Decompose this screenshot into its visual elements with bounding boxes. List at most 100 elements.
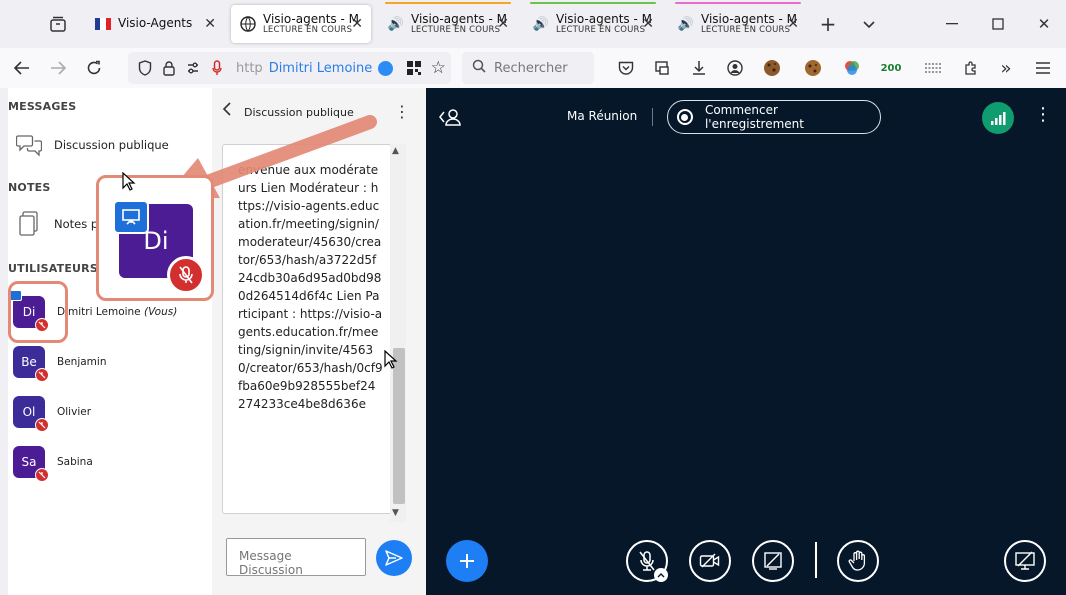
pocket-icon[interactable] (614, 56, 638, 80)
microphone-red-icon[interactable] (206, 57, 228, 79)
tab-visio-agents[interactable]: Visio-Agents ✕ (86, 5, 224, 43)
presentation-button[interactable] (1004, 540, 1046, 582)
chat-message-list[interactable]: envenue aux modérateurs Lien Modérateur … (222, 144, 392, 514)
back-arrow-icon[interactable] (8, 54, 36, 82)
chat-title: Discussion publique (244, 106, 354, 119)
color-extension-icon[interactable] (840, 56, 864, 80)
permissions-icon[interactable] (182, 57, 204, 79)
tab-playing-label: LECTURE EN COURS (263, 24, 353, 35)
tab-title: Visio-agents - M (411, 12, 507, 26)
download-icon[interactable] (687, 56, 711, 80)
forward-arrow-icon[interactable] (44, 54, 72, 82)
screenshot-icon[interactable] (650, 56, 674, 80)
avatar: Ol (13, 396, 49, 432)
tab-close-icon[interactable]: ✕ (351, 16, 363, 32)
chevron-left-icon[interactable] (222, 102, 232, 120)
more-options-icon[interactable]: ⋮ (1034, 104, 1052, 125)
chevron-down-icon[interactable] (851, 6, 887, 42)
muted-mic-icon (35, 418, 49, 432)
tab-close-icon[interactable]: ✕ (787, 16, 799, 32)
url-identity-text: Dimitri Lemoine (268, 60, 373, 76)
search-box[interactable]: Rechercher (462, 52, 594, 84)
tab-meeting-4[interactable]: 🔊 Visio-agents - M LECTURE EN COURS ✕ (669, 2, 807, 43)
cookie-extension-2-icon[interactable] (801, 56, 825, 80)
tab-title: Visio-Agents (118, 17, 193, 31)
messages-section-title: MESSAGES (8, 100, 77, 113)
record-icon (677, 109, 693, 125)
user-item-sabina[interactable]: Sa Sabina (13, 446, 93, 482)
extension-badge-count[interactable]: 200 (879, 56, 903, 80)
highlight-box (8, 281, 68, 343)
shared-notes-item[interactable]: Notes pa (14, 209, 105, 239)
share-screen-button[interactable] (752, 540, 794, 582)
tab-meeting-3[interactable]: 🔊 Visio-agents - M LECTURE EN COURS ✕ (524, 2, 662, 43)
cookie-extension-icon[interactable] (760, 56, 784, 80)
chat-scrollbar[interactable]: ▲ ▼ (390, 144, 406, 522)
tab-title: Visio-agents - M (556, 12, 652, 26)
scroll-up-arrow-icon[interactable]: ▲ (392, 146, 399, 156)
audio-settings-chevron-icon[interactable] (654, 568, 668, 582)
share-webcam-button[interactable] (689, 540, 731, 582)
tab-meeting-2[interactable]: 🔊 Visio-agents - M LECTURE EN COURS ✕ (379, 2, 517, 43)
french-flag-icon (94, 15, 112, 33)
tab-close-icon[interactable]: ✕ (497, 16, 509, 32)
controls-divider (815, 542, 817, 578)
user-name: Sabina (57, 456, 93, 468)
bookmark-star-icon[interactable]: ☆ (427, 57, 449, 79)
start-recording-button[interactable]: Commencer l'enregistrement (667, 100, 881, 134)
actions-plus-button[interactable] (446, 540, 488, 582)
record-label: Commencer l'enregistrement (704, 103, 804, 131)
avatar-initials: Ol (22, 405, 36, 419)
tab-title: Visio-agents - M (263, 12, 359, 26)
url-bar[interactable]: http Dimitri Lemoine ☆ (128, 52, 451, 84)
tab-playing-label: LECTURE EN COURS (556, 24, 646, 35)
tab-close-icon[interactable]: ✕ (204, 16, 216, 32)
presentation-off-icon (1015, 551, 1035, 570)
qr-code-icon[interactable] (403, 57, 425, 79)
overflow-chevrons-icon[interactable]: » (994, 56, 1018, 80)
tab-container-line (530, 2, 656, 4)
close-window-icon[interactable]: ✕ (1026, 6, 1062, 42)
mouse-cursor-icon (122, 171, 136, 196)
avatar: Sa (13, 446, 49, 482)
avatar-initials: Be (21, 355, 37, 369)
chat-message-input[interactable] (226, 538, 366, 576)
browser-tab-bar: Visio-Agents ✕ Visio-agents - M LECTURE … (0, 0, 1066, 48)
user-name: Benjamin (57, 356, 107, 368)
shield-icon[interactable] (134, 57, 156, 79)
chat-message: envenue aux modérateurs Lien Modérateur … (238, 163, 383, 411)
account-icon[interactable] (723, 56, 747, 80)
raise-hand-button[interactable] (837, 540, 879, 582)
toggle-user-list-button[interactable] (438, 106, 464, 128)
scroll-down-arrow-icon[interactable]: ▼ (392, 508, 399, 518)
raise-hand-icon (848, 550, 866, 571)
tab-close-icon[interactable]: ✕ (642, 16, 654, 32)
identity-dot-icon (378, 60, 394, 76)
meeting-area: Ma Réunion Commencer l'enregistrement ⋮ (426, 88, 1066, 595)
more-vertical-icon[interactable]: ⋮ (394, 102, 410, 121)
connection-status-button[interactable] (982, 102, 1014, 134)
url-protocol: http (236, 60, 263, 76)
mouse-cursor-icon (384, 349, 398, 374)
search-placeholder: Rechercher (494, 60, 568, 76)
public-chat-item[interactable]: Discussion publique (14, 130, 169, 160)
extensions-puzzle-icon[interactable] (959, 56, 983, 80)
lock-icon[interactable] (158, 57, 180, 79)
user-item-benjamin[interactable]: Be Benjamin (13, 346, 107, 382)
notes-section-title: NOTES (8, 181, 51, 194)
muted-mic-icon (35, 368, 49, 382)
screen-share-off-icon (764, 552, 782, 570)
reload-icon[interactable] (80, 54, 108, 82)
hamburger-menu-icon[interactable] (1031, 56, 1055, 80)
tab-overview-icon[interactable] (40, 6, 76, 42)
maximize-icon[interactable] (980, 6, 1016, 42)
speaker-icon: 🔊 (387, 16, 405, 32)
minimize-icon[interactable] (934, 6, 970, 42)
send-message-button[interactable] (376, 540, 412, 576)
tab-container-line (385, 2, 511, 4)
tab-meeting-active[interactable]: Visio-agents - M LECTURE EN COURS ✕ (231, 5, 371, 43)
tab-title: Visio-agents - M (701, 12, 797, 26)
user-item-olivier[interactable]: Ol Olivier (13, 396, 91, 432)
new-tab-icon[interactable]: + (810, 6, 846, 42)
http-headers-extension-icon[interactable] (921, 56, 945, 80)
